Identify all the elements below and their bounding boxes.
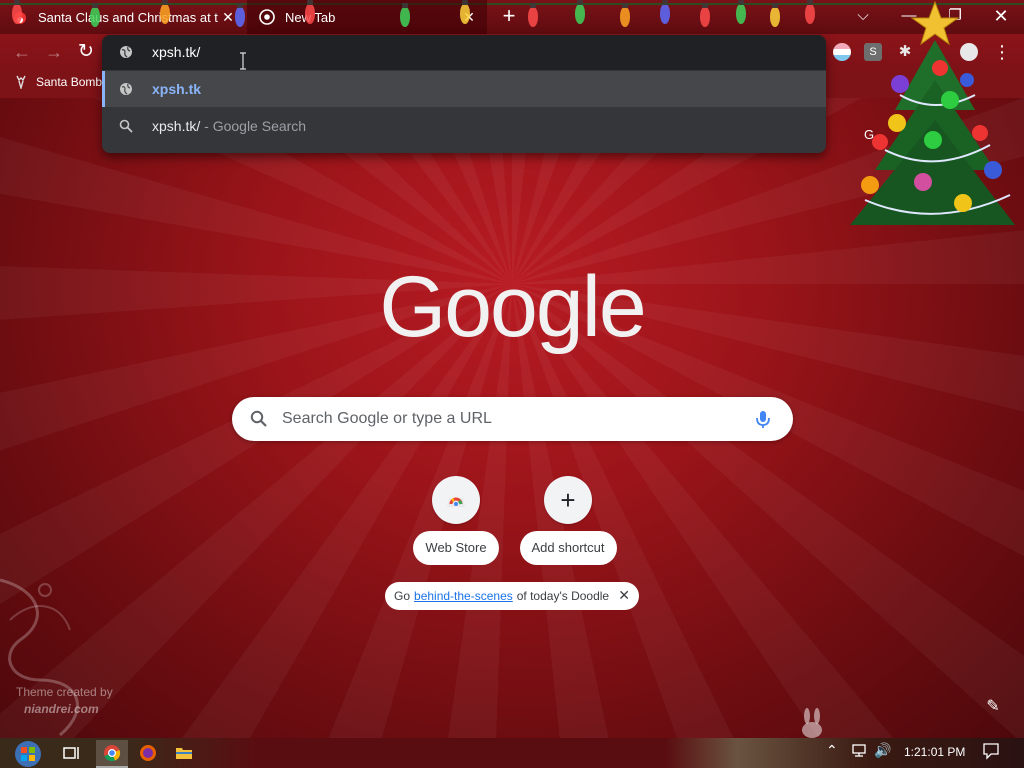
globe-icon [120, 46, 132, 58]
bunny-decoration-icon [802, 708, 822, 738]
search-box[interactable] [232, 397, 793, 441]
light-bulb-decoration [460, 0, 470, 24]
light-bulb-decoration [770, 3, 780, 27]
shortcut-label: Add shortcut [519, 531, 617, 565]
folder-icon[interactable] [168, 740, 200, 766]
shortcut-tile [432, 476, 480, 524]
search-icon [119, 119, 133, 133]
search-icon [250, 410, 267, 427]
light-bulb-decoration [160, 0, 170, 24]
new-tab-button[interactable]: + [497, 5, 521, 29]
tab-title: Santa Claus and Christmas at the North P… [38, 9, 218, 25]
mic-icon[interactable] [752, 408, 774, 430]
plus-icon: + [560, 485, 576, 515]
reindeer-icon [16, 75, 26, 89]
chrome-favicon-icon [259, 9, 275, 25]
omnibox-dropdown: xpsh.tk xpsh.tk/ - Google Search [102, 35, 826, 153]
light-bulb-decoration [235, 3, 245, 27]
taskbar-clock[interactable]: 1:21:01 PM [904, 745, 965, 759]
tray-chevron-icon[interactable]: ⌃ [826, 742, 838, 759]
omnibox-suggestion-search[interactable]: xpsh.tk/ - Google Search [102, 108, 826, 144]
firefox-icon[interactable] [132, 740, 164, 766]
tab-santa[interactable]: Santa Claus and Christmas at the North P… [0, 0, 246, 34]
light-bulb-decoration [305, 0, 315, 24]
customize-pencil-icon[interactable]: ✎ [982, 696, 1004, 718]
bookmark-santa-bomb[interactable]: Santa Bomb [14, 75, 102, 89]
light-bulb-decoration [575, 0, 585, 24]
search-input[interactable] [282, 409, 732, 429]
christmas-tree-icon [850, 0, 1015, 225]
volume-icon[interactable]: 🔊 [874, 742, 891, 759]
shortcut-tile: + [544, 476, 592, 524]
theme-credit-site: niandrei.com [24, 702, 99, 716]
doodle-promo: Go behind-the-scenes of today's Doodle ✕ [385, 582, 639, 610]
suggestion-text: xpsh.tk/ - Google Search [152, 118, 306, 134]
omnibox-input-row [102, 35, 826, 70]
light-bulb-decoration [805, 0, 815, 24]
suggestion-suffix: - Google Search [200, 118, 307, 134]
globe-icon [120, 83, 132, 95]
theme-credit[interactable]: Theme created by niandrei.com [16, 684, 113, 718]
suggestion-text: xpsh.tk [152, 81, 202, 97]
chrome-webstore-icon [447, 497, 465, 507]
light-bulb-decoration [528, 3, 538, 27]
doodle-promo-prefix: Go [394, 589, 411, 603]
light-bulb-decoration [660, 0, 670, 24]
light-bulb-decoration [620, 3, 630, 27]
back-button[interactable]: ← [8, 38, 36, 66]
tab-new-tab[interactable]: New Tab ✕ [247, 0, 487, 34]
chrome-taskbar-icon[interactable] [96, 740, 128, 768]
theme-credit-line: Theme created by [16, 685, 113, 699]
windows-start-icon[interactable] [10, 740, 46, 768]
google-logo: Google [379, 259, 646, 355]
close-icon[interactable]: ✕ [618, 587, 630, 604]
light-bulb-decoration [736, 0, 746, 24]
doodle-promo-link[interactable]: behind-the-scenes [414, 589, 513, 603]
svg-text:Google: Google [379, 259, 644, 355]
light-bulb-decoration [400, 3, 410, 27]
task-view-icon[interactable] [56, 740, 88, 766]
bookmark-label: Santa Bomb [36, 75, 103, 89]
network-icon[interactable] [850, 742, 868, 758]
reload-button[interactable]: ↻ [72, 38, 100, 66]
shortcut-label: Web Store [413, 531, 499, 565]
forward-button[interactable]: → [40, 38, 68, 66]
light-bulb-decoration [12, 0, 22, 24]
suggestion-query: xpsh.tk/ [152, 118, 201, 134]
doodle-promo-suffix: of today's Doodle [516, 589, 610, 603]
omnibox-suggestion-url[interactable]: xpsh.tk [102, 71, 826, 107]
notification-icon[interactable] [982, 742, 1000, 760]
light-bulb-decoration [700, 3, 710, 27]
light-bulb-decoration [90, 3, 100, 27]
text-cursor-icon [240, 52, 246, 70]
add-shortcut-button[interactable]: + Add shortcut [512, 476, 624, 565]
shortcut-web-store[interactable]: Web Store [400, 476, 512, 565]
